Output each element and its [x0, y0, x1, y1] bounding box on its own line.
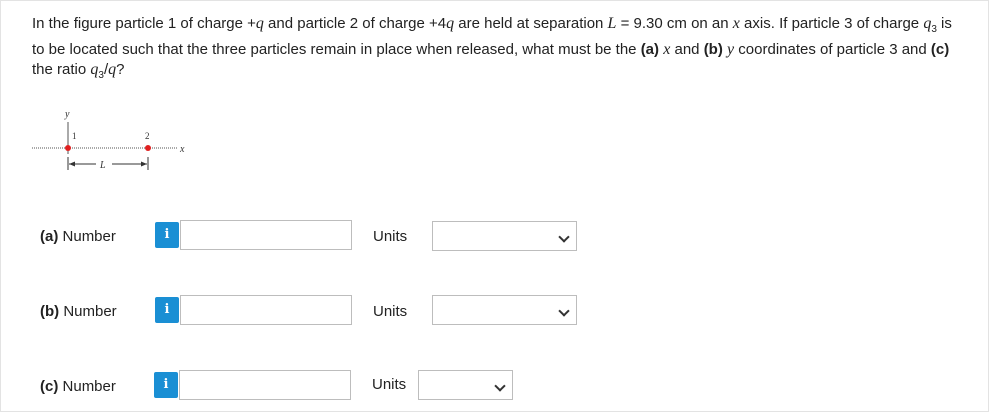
- answer-c-number-input[interactable]: [179, 370, 351, 400]
- particle-1: [65, 145, 71, 151]
- answer-b-number-input[interactable]: [180, 295, 352, 325]
- charge-figure: y x 1 2 L: [32, 108, 202, 188]
- y-axis-label: y: [64, 109, 70, 120]
- figure-diagram: y x 1 2 L: [32, 109, 185, 171]
- particle-1-label: 1: [72, 131, 77, 141]
- answer-a-units-select[interactable]: [432, 221, 577, 251]
- answer-b-units-select[interactable]: [432, 295, 577, 325]
- answer-a-label: (a) Number: [40, 228, 116, 245]
- answer-c-label: (c) Number: [40, 378, 116, 395]
- chevron-down-icon: [494, 380, 506, 392]
- chevron-down-icon: [558, 305, 570, 317]
- answer-c-units-label: Units: [372, 376, 407, 393]
- particle-2: [145, 145, 151, 151]
- chevron-down-icon: [558, 231, 570, 243]
- arrowhead-left: [69, 161, 75, 167]
- arrowhead-right: [141, 161, 147, 167]
- info-button-a[interactable]: i: [155, 222, 179, 248]
- x-axis-label: x: [179, 144, 185, 155]
- answer-b-units-label: Units: [373, 303, 408, 320]
- answer-a-units-label: Units: [373, 228, 408, 245]
- info-button-b[interactable]: i: [155, 297, 179, 323]
- answer-b-label: (b) Number: [40, 303, 117, 320]
- answer-a-number-input[interactable]: [180, 220, 352, 250]
- answer-c-units-select[interactable]: [418, 370, 513, 400]
- separation-label: L: [99, 160, 106, 171]
- question-text: In the figure particle 1 of charge +q an…: [32, 15, 952, 81]
- info-button-c[interactable]: i: [154, 372, 178, 398]
- particle-2-label: 2: [145, 131, 150, 141]
